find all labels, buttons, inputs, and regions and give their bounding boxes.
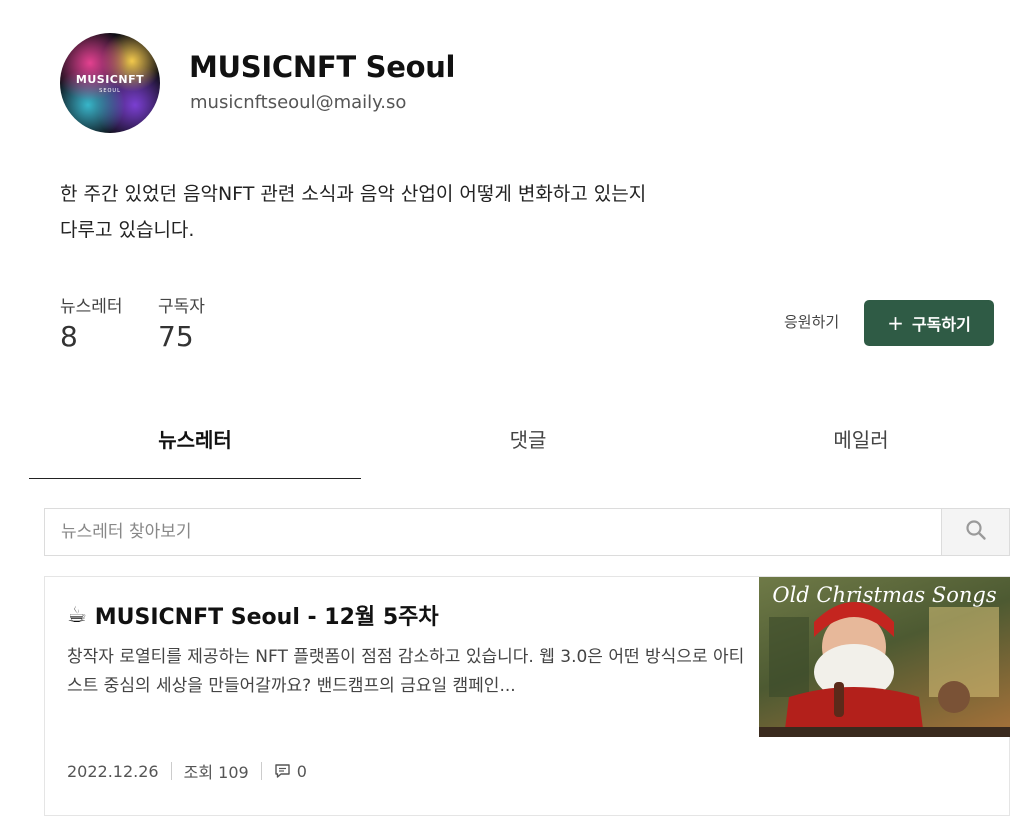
search-icon (965, 519, 987, 545)
newsletter-count: 8 (60, 320, 78, 353)
subscribe-button-label: 구독하기 (911, 315, 971, 334)
post-comments: 0 (274, 762, 307, 781)
avatar-logo-text: MUSICNFT (75, 72, 145, 86)
profile-description: 한 주간 있었던 음악NFT 관련 소식과 음악 산업이 어떻게 변화하고 있는… (60, 176, 780, 248)
newsletter-count-label: 뉴스레터 (60, 297, 123, 317)
search-input[interactable] (45, 509, 942, 555)
coffee-icon: ☕ (67, 602, 87, 628)
post-card[interactable]: ☕ MUSICNFT Seoul - 12월 5주차 창작자 로열티를 제공하는… (44, 576, 1010, 816)
post-title[interactable]: ☕ MUSICNFT Seoul - 12월 5주차 (67, 599, 439, 631)
post-title-text: MUSICNFT Seoul - 12월 5주차 (94, 605, 439, 630)
search-button[interactable] (941, 509, 1009, 555)
description-line-1: 한 주간 있었던 음악NFT 관련 소식과 음악 산업이 어떻게 변화하고 있는… (60, 183, 647, 205)
thumbnail-title: Old Christmas Songs (772, 583, 997, 607)
post-thumbnail[interactable]: Old Christmas Songs (759, 577, 1010, 737)
tab-bar: 뉴스레터 댓글 메일러 (29, 418, 1028, 479)
post-comment-count: 0 (296, 761, 307, 781)
subscriber-count-label: 구독자 (158, 297, 205, 317)
description-line-2: 다루고 있습니다. (60, 219, 195, 241)
search-bar (44, 508, 1010, 556)
comment-icon (274, 764, 290, 778)
avatar-logo-subtext: SEOUL (99, 87, 121, 94)
post-excerpt: 창작자 로열티를 제공하는 NFT 플랫폼이 점점 감소하고 있습니다. 웹 3… (67, 647, 745, 696)
post-meta: 2022.12.26 조회 109 0 (67, 759, 307, 783)
profile-name: MUSICNFT Seoul (189, 50, 456, 84)
meta-divider (260, 762, 262, 780)
profile-avatar: MUSICNFT SEOUL (60, 33, 160, 133)
post-date: 2022.12.26 (67, 761, 159, 781)
tab-mailer[interactable]: 메일러 (695, 418, 1027, 478)
profile-email: musicnftseoul@maily.so (190, 92, 407, 113)
subscriber-count: 75 (158, 320, 194, 353)
support-button[interactable]: 응원하기 (784, 311, 839, 332)
plus-icon: + (887, 311, 904, 335)
tab-comments[interactable]: 댓글 (362, 418, 694, 478)
post-views: 조회 109 (183, 763, 249, 782)
subscribe-button[interactable]: + 구독하기 (864, 300, 994, 346)
meta-divider (170, 762, 172, 780)
tab-newsletters[interactable]: 뉴스레터 (29, 418, 361, 479)
